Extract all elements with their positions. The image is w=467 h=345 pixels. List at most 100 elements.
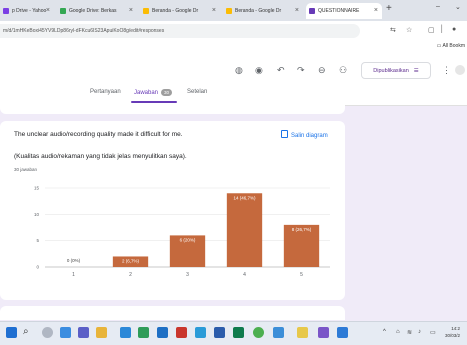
browser-tab-strip: p Drive - Yahoo × Google Drive: Berkas ×…	[0, 0, 467, 21]
copy-chart-label: Salin diagram	[291, 133, 328, 139]
y-tick-label: 10	[34, 212, 40, 217]
x-tick-label: 5	[300, 272, 303, 278]
drive-icon	[143, 8, 149, 14]
link-icon[interactable]: ⊖	[318, 65, 326, 76]
bar-data-label: 8 (26,7%)	[292, 227, 312, 232]
browser-tab-4[interactable]: Beranda - Google Dr ×	[223, 3, 303, 19]
browser-tab-1[interactable]: p Drive - Yahoo ×	[0, 3, 54, 19]
wifi-icon[interactable]: ≋	[407, 329, 412, 336]
profile-icon[interactable]: ●	[452, 26, 456, 33]
previous-question-card	[0, 105, 345, 114]
x-tick-label: 2	[129, 272, 132, 278]
store-icon[interactable]	[138, 327, 149, 338]
paint-icon[interactable]	[318, 327, 329, 338]
responses-count-badge: 30	[161, 89, 173, 96]
chat-icon[interactable]	[60, 327, 71, 338]
photos-icon[interactable]	[120, 327, 131, 338]
clock-time: 14:2	[451, 326, 461, 331]
tab-label: p Drive - Yahoo	[12, 8, 47, 14]
x-tick-label: 3	[186, 272, 189, 278]
outlook-icon[interactable]	[157, 327, 168, 338]
file-explorer-icon[interactable]	[96, 327, 107, 338]
url-field[interactable]: m/d/1mHKeBoxi45YV9LDp86ryl-dFKcu6IS23Apu…	[0, 24, 360, 38]
network-icon[interactable]: ⌂	[396, 329, 400, 335]
y-tick-label: 0	[36, 265, 39, 270]
copy-chart-button[interactable]: Salin diagram	[281, 130, 328, 139]
star-icon[interactable]: ☆	[406, 26, 412, 34]
word-icon[interactable]	[214, 327, 225, 338]
chevron-down-icon[interactable]: ⌄	[455, 3, 461, 11]
question-subtitle: (Kualitas audio/rekaman yang tidak jelas…	[14, 153, 187, 160]
search-icon[interactable]: ⌕	[23, 326, 29, 337]
browser-tab-2[interactable]: Google Drive: Berkas ×	[57, 3, 137, 19]
tab-questions[interactable]: Pertanyaan	[90, 89, 121, 95]
excel-icon[interactable]	[233, 327, 244, 338]
published-label: Dipublikasikan	[373, 67, 409, 74]
tab-favicon-icon	[3, 8, 9, 14]
chrome-icon[interactable]	[253, 327, 264, 338]
vscode-icon[interactable]	[337, 327, 348, 338]
question-summary-card: The unclear audio/recording quality made…	[0, 121, 345, 300]
clock-date: 30/03/2	[445, 333, 461, 338]
extensions-icon[interactable]: ▢	[428, 26, 435, 34]
sticky-app-icon[interactable]	[297, 327, 308, 338]
widgets-icon[interactable]	[42, 327, 53, 338]
battery-icon[interactable]: ▭	[430, 329, 436, 336]
tab-settings[interactable]: Setelan	[187, 89, 207, 95]
chevron-up-icon[interactable]: ^	[383, 329, 386, 335]
drive-icon	[60, 8, 66, 14]
translate-icon[interactable]: ⇆	[390, 26, 396, 34]
taskbar: ⌕ ^ ⌂ ≋ ♪ ▭ 14:2 30/03/2	[0, 321, 467, 345]
bar-data-label: 2 (6,7%)	[122, 258, 140, 263]
active-tab-indicator	[131, 101, 177, 103]
clock[interactable]: 14:2 30/03/2	[445, 325, 460, 339]
redo-icon[interactable]: ↷	[297, 65, 305, 76]
teams-icon[interactable]	[78, 327, 89, 338]
start-windows-icon[interactable]	[6, 327, 17, 338]
add-collaborator-icon[interactable]: ⚇	[339, 65, 347, 76]
browser-tab-active[interactable]: QUESTIONNAIRE ×	[306, 3, 382, 19]
bar-data-label: 6 (20%)	[180, 237, 196, 242]
browser-tab-3[interactable]: Beranda - Google Dr ×	[140, 3, 220, 19]
close-icon[interactable]: ×	[295, 7, 299, 14]
address-bar: m/d/1mHKeBoxi45YV9LDp86ryl-dFKcu6IS23Apu…	[0, 21, 467, 41]
y-tick-label: 15	[34, 186, 40, 191]
more-vert-icon[interactable]: ⋮	[442, 65, 451, 76]
volume-icon[interactable]: ♪	[418, 329, 421, 335]
all-bookmarks-label: All Bookm	[442, 43, 465, 49]
tab-label: Beranda - Google Dr	[235, 8, 282, 14]
new-tab-button[interactable]: +	[386, 3, 392, 14]
all-bookmarks-button[interactable]: ▭ All Bookm	[437, 43, 465, 49]
bar-chart: 0 5 10 15 0 (0%) 1 2 (6,7%) 2 6 (20%) 3 14 (46,7%)…	[34, 186, 330, 278]
forms-icon	[309, 8, 315, 14]
split-icon[interactable]: │	[440, 26, 444, 33]
bar-data-label: 0 (0%)	[67, 258, 81, 263]
bar	[226, 193, 263, 267]
copy-icon	[281, 130, 288, 138]
minimize-icon[interactable]: –	[436, 3, 440, 10]
next-question-card	[0, 306, 345, 320]
app-icon[interactable]	[273, 327, 284, 338]
published-settings-icon: ☰	[413, 67, 419, 74]
tab-label: Google Drive: Berkas	[69, 8, 117, 14]
question-title: The unclear audio/recording quality made…	[14, 131, 183, 138]
undo-icon[interactable]: ↶	[277, 65, 285, 76]
tab-responses[interactable]: Jawaban 30	[134, 89, 173, 96]
close-icon[interactable]: ×	[46, 7, 50, 14]
palette-icon[interactable]: ◍	[235, 65, 243, 76]
close-icon[interactable]: ×	[129, 7, 133, 14]
response-count: 30 jawaban	[14, 167, 38, 172]
published-button[interactable]: Dipublikasikan ☰	[361, 62, 431, 79]
tab-label: QUESTIONNAIRE	[318, 8, 360, 14]
close-icon[interactable]: ×	[212, 7, 216, 14]
tab-label: Beranda - Google Dr	[152, 8, 199, 14]
preview-eye-icon[interactable]: ◉	[255, 65, 263, 76]
close-icon[interactable]: ×	[374, 7, 378, 14]
drive-icon	[226, 8, 232, 14]
tab-responses-label: Jawaban	[134, 90, 159, 96]
powerpoint-icon[interactable]	[176, 327, 187, 338]
x-tick-label: 4	[243, 272, 246, 278]
edge-icon[interactable]	[195, 327, 206, 338]
x-tick-label: 1	[72, 272, 75, 278]
avatar[interactable]	[455, 65, 465, 75]
